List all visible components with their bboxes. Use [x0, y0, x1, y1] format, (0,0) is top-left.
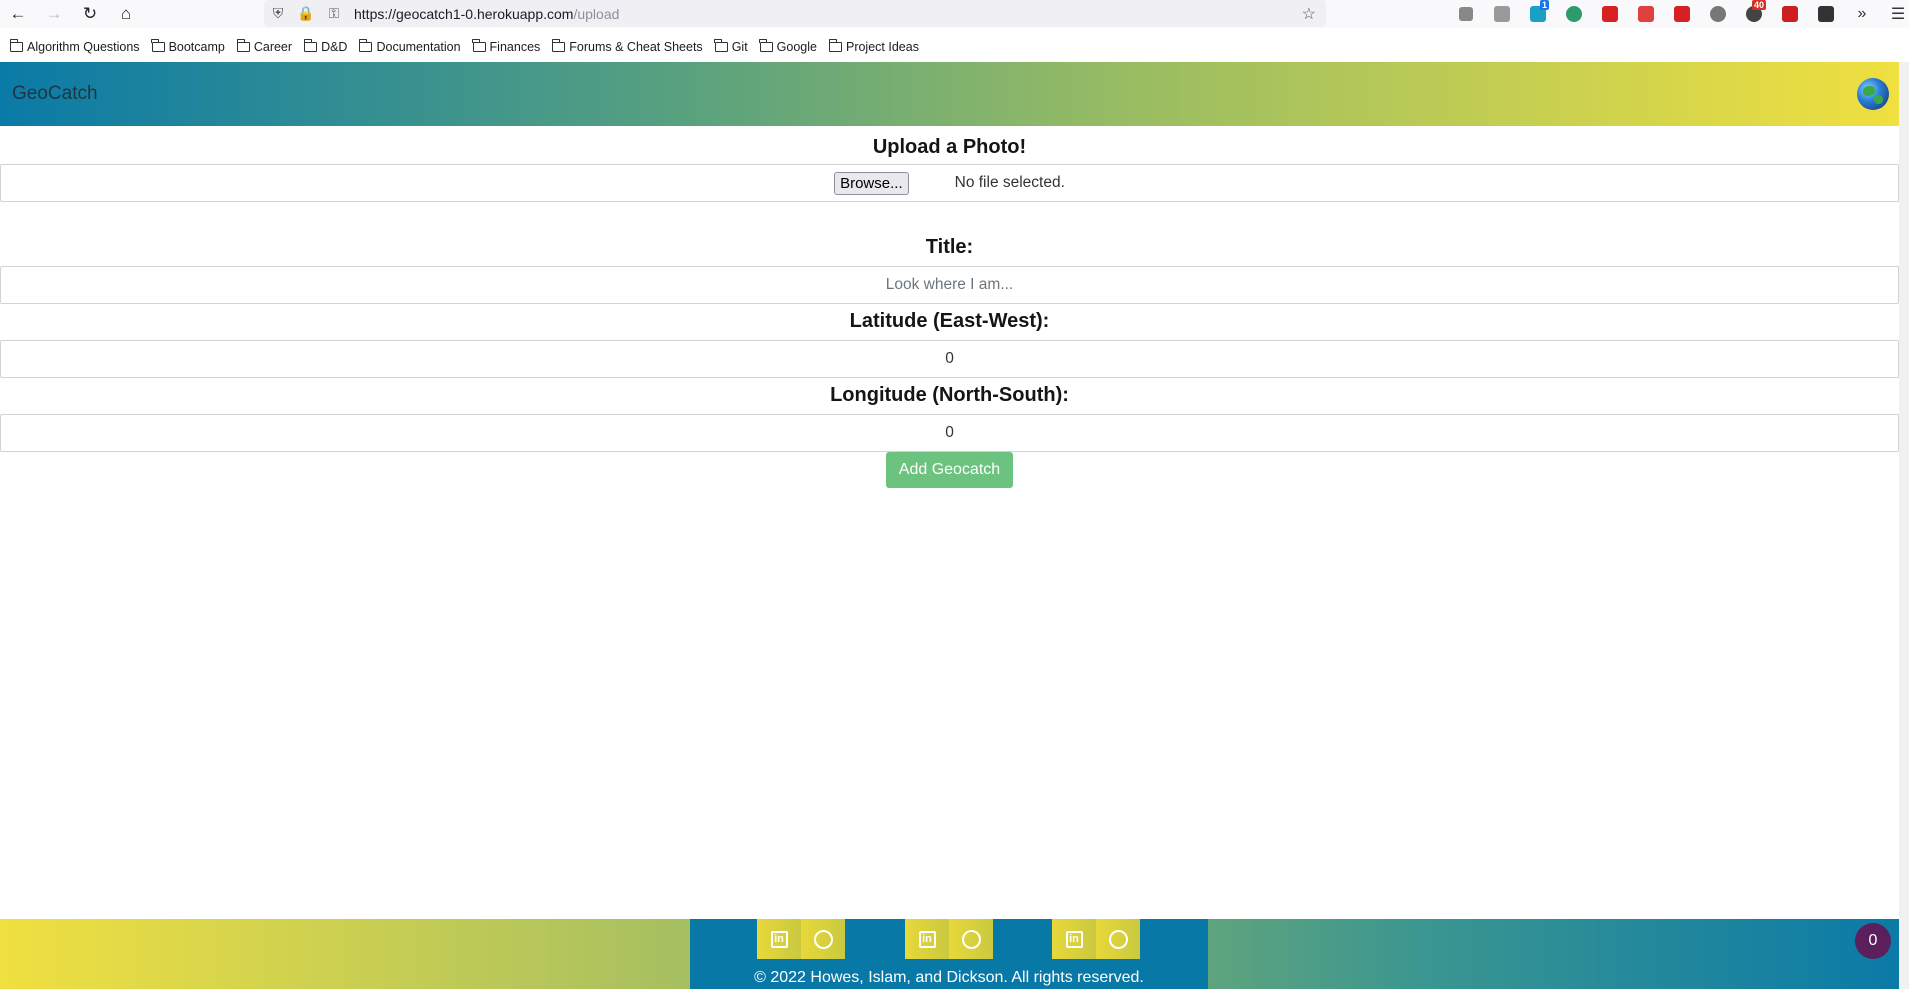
bookmark-folder[interactable]: Career: [236, 39, 292, 54]
scrollbar[interactable]: [1899, 62, 1909, 989]
file-input[interactable]: Browse... No file selected.: [0, 164, 1899, 202]
extension-pdf-icon[interactable]: [1592, 2, 1628, 26]
author-links: in: [905, 919, 993, 959]
github-icon: [1108, 929, 1128, 949]
latitude-heading: Latitude (East-West):: [849, 310, 1050, 332]
extension-gray-icon[interactable]: [1700, 2, 1736, 26]
linkedin-link[interactable]: in: [1052, 919, 1096, 959]
no-file-label: No file selected.: [954, 174, 1065, 191]
globe-icon[interactable]: [1857, 78, 1889, 110]
menu-icon[interactable]: ☰: [1880, 2, 1909, 26]
extension-b-icon[interactable]: [1772, 2, 1808, 26]
bookmark-folder[interactable]: Documentation: [359, 39, 461, 54]
author-links: in: [757, 919, 845, 959]
bookmark-folder[interactable]: Bootcamp: [151, 39, 225, 54]
linkedin-icon: in: [1065, 930, 1083, 948]
bookmark-folder[interactable]: Project Ideas: [828, 39, 919, 54]
url-text[interactable]: https://geocatch1-0.herokuapp.com/upload: [354, 6, 619, 22]
extension-s-icon[interactable]: [1664, 2, 1700, 26]
bookmarks-bar: Algorithm Questions Bootcamp Career D&D …: [0, 35, 1909, 59]
folder-icon: [359, 39, 373, 52]
copyright-text: © 2022 Howes, Islam, and Dickson. All ri…: [754, 969, 1144, 986]
latitude-input[interactable]: 0: [0, 340, 1899, 378]
bookmark-folder[interactable]: Git: [714, 39, 748, 54]
github-link[interactable]: [801, 919, 845, 959]
folder-icon: [151, 39, 165, 52]
linkedin-icon: in: [918, 930, 936, 948]
footer: in in in © 2022 Howes, Islam, and Dickso…: [0, 919, 1899, 989]
longitude-heading: Longitude (North-South):: [830, 384, 1069, 406]
back-icon[interactable]: ←: [0, 0, 36, 28]
bookmark-folder[interactable]: Algorithm Questions: [9, 39, 140, 54]
extension-notif-icon[interactable]: 40: [1736, 0, 1772, 26]
reload-icon[interactable]: ↻: [72, 0, 108, 28]
author-links: in: [1052, 919, 1140, 959]
linkedin-icon: in: [770, 930, 788, 948]
folder-icon: [472, 39, 486, 52]
extension-mail-icon[interactable]: 1: [1520, 0, 1556, 26]
footer-center: in in in © 2022 Howes, Islam, and Dickso…: [690, 919, 1208, 989]
extension-hd-icon[interactable]: [1628, 2, 1664, 26]
bookmark-folder[interactable]: Finances: [472, 39, 540, 54]
key-icon[interactable]: ⚿: [320, 5, 348, 22]
linkedin-link[interactable]: in: [757, 919, 801, 959]
navbar: GeoCatch: [0, 62, 1899, 126]
github-icon: [813, 929, 833, 949]
library-icon[interactable]: [1448, 2, 1484, 26]
shield-icon[interactable]: ⛨: [264, 5, 292, 22]
add-geocatch-button[interactable]: Add Geocatch: [885, 452, 1014, 488]
bookmark-folder[interactable]: Forums & Cheat Sheets: [551, 39, 703, 54]
brand-link[interactable]: GeoCatch: [12, 83, 98, 105]
folder-icon: [9, 39, 23, 52]
home-icon[interactable]: ⌂: [108, 0, 144, 28]
bookmark-folder[interactable]: Google: [759, 39, 817, 54]
extension-k-icon[interactable]: [1484, 2, 1520, 26]
upload-heading: Upload a Photo!: [872, 136, 1027, 158]
bookmark-star-icon[interactable]: ☆: [1302, 4, 1316, 24]
folder-icon: [759, 39, 773, 52]
title-input[interactable]: Look where I am...: [0, 266, 1899, 304]
github-icon: [961, 929, 981, 949]
folder-icon: [303, 39, 318, 52]
longitude-input[interactable]: 0: [0, 414, 1899, 452]
extension-icons: 1 40 » ☰: [1448, 0, 1909, 26]
count-badge[interactable]: 0: [1855, 923, 1891, 959]
overflow-chevron-icon[interactable]: »: [1844, 2, 1880, 26]
title-heading: Title:: [925, 236, 974, 258]
github-link[interactable]: [1096, 919, 1140, 959]
folder-icon: [714, 39, 728, 52]
github-link[interactable]: [949, 919, 993, 959]
browse-button[interactable]: Browse...: [834, 171, 909, 195]
folder-icon: [828, 39, 842, 52]
forward-icon[interactable]: →: [36, 0, 72, 28]
folder-icon: [551, 39, 566, 52]
extension-circle-icon[interactable]: [1556, 2, 1592, 26]
linkedin-link[interactable]: in: [905, 919, 949, 959]
folder-icon: [236, 39, 250, 52]
upload-form: Upload a Photo! Browse... No file select…: [0, 126, 1899, 488]
lock-icon[interactable]: 🔒: [292, 5, 320, 22]
extension-tool-icon[interactable]: [1808, 2, 1844, 26]
bookmark-folder[interactable]: D&D: [303, 39, 347, 54]
address-bar[interactable]: ⛨ 🔒 ⚿ https://geocatch1-0.herokuapp.com/…: [264, 0, 1326, 27]
app: GeoCatch Upload a Photo! Browse... No fi…: [0, 62, 1899, 989]
